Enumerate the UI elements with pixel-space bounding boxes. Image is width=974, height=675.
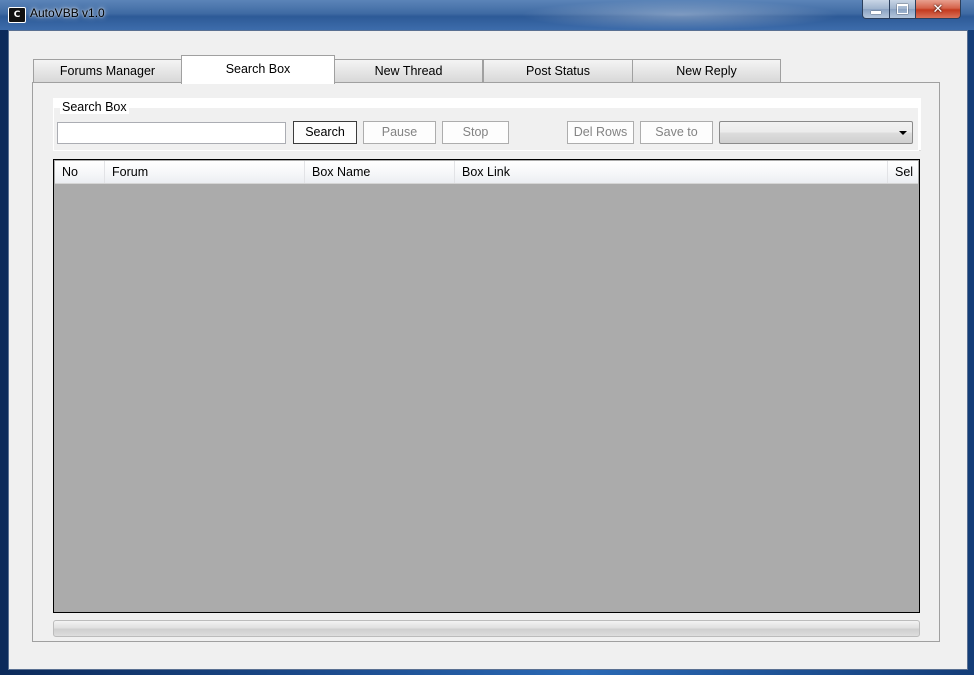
close-button[interactable]: ✕ <box>916 0 961 19</box>
chevron-down-icon[interactable] <box>899 131 907 135</box>
search-box-tab-panel: Search Box Search Pause Stop Del Rows Sa… <box>32 82 940 642</box>
tab-new-thread[interactable]: New Thread <box>334 59 483 82</box>
column-header-no[interactable]: No <box>55 161 105 183</box>
save-to-button[interactable]: Save to <box>640 121 713 144</box>
client-area: Forums Manager Search Box New Thread Pos… <box>8 30 968 670</box>
save-format-dropdown[interactable] <box>719 121 913 144</box>
minimize-button[interactable] <box>862 0 890 19</box>
tab-search-box[interactable]: Search Box <box>181 55 335 84</box>
tab-post-status[interactable]: Post Status <box>483 59 633 82</box>
results-table-header: No Forum Box Name Box Link Sel <box>55 161 918 184</box>
title-bar[interactable]: C AutoVBB v1.0 ✕ <box>0 0 974 30</box>
window-title: AutoVBB v1.0 <box>30 6 105 20</box>
title-bar-glow <box>520 0 840 30</box>
tab-forums-manager[interactable]: Forums Manager <box>33 59 182 82</box>
window-controls: ✕ <box>862 0 961 19</box>
column-header-box-link[interactable]: Box Link <box>455 161 888 183</box>
stop-button[interactable]: Stop <box>442 121 509 144</box>
search-input[interactable] <box>57 122 286 144</box>
column-header-forum[interactable]: Forum <box>105 161 305 183</box>
results-table[interactable]: No Forum Box Name Box Link Sel <box>53 159 920 613</box>
column-header-box-name[interactable]: Box Name <box>305 161 455 183</box>
search-box-group: Search Box Search Pause Stop Del Rows Sa… <box>53 98 921 151</box>
progress-bar <box>53 620 920 637</box>
search-button[interactable]: Search <box>293 121 357 144</box>
tab-new-reply[interactable]: New Reply <box>632 59 781 82</box>
maximize-button[interactable] <box>890 0 916 19</box>
app-logo-icon[interactable]: C <box>8 7 26 23</box>
search-box-group-title: Search Box <box>60 100 129 114</box>
del-rows-button[interactable]: Del Rows <box>567 121 634 144</box>
pause-button[interactable]: Pause <box>363 121 436 144</box>
minimize-icon <box>871 10 881 14</box>
column-header-sel[interactable]: Sel <box>888 161 918 183</box>
close-icon: ✕ <box>932 1 944 17</box>
maximize-icon <box>897 4 908 14</box>
